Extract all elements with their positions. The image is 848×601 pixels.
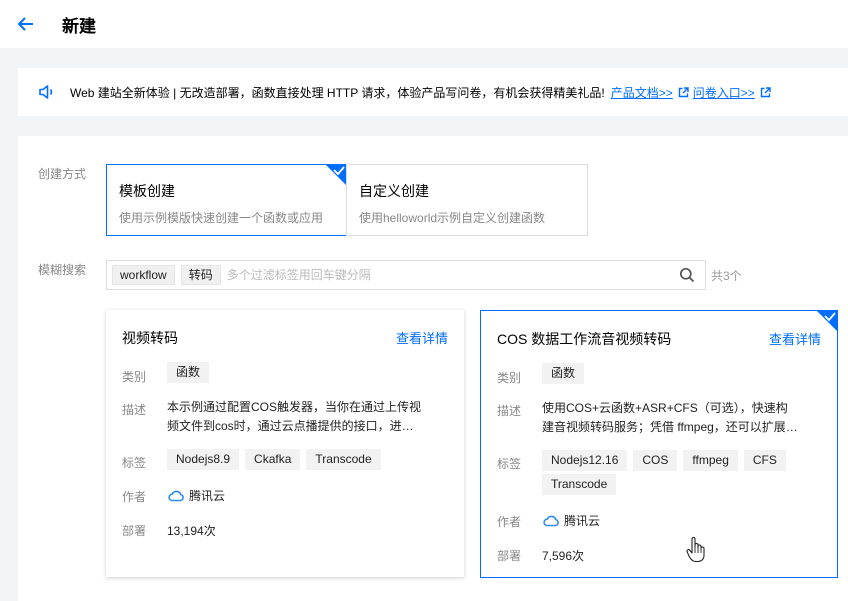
result-count: 共3个	[711, 269, 742, 283]
tencent-cloud-icon	[543, 515, 559, 526]
option-title: 自定义创建	[359, 183, 429, 199]
page-header: 新建	[0, 0, 848, 48]
author: 腾讯云	[542, 512, 600, 529]
notice-text: Web 建站全新体验 | 无改造部署，函数直接处理 HTTP 请求，体验产品写问…	[70, 85, 605, 100]
deploy-label: 部署	[122, 524, 147, 538]
selected-check-icon	[816, 310, 838, 332]
template-card[interactable]: COS 数据工作流音视频转码 查看详情 类别 函数 描述 使用COS+云函数+A…	[480, 310, 838, 578]
create-method-label: 创建方式	[38, 167, 87, 181]
filter-tag[interactable]: 转码	[180, 265, 221, 285]
tag-list: Nodejs8.9 Ckafka Transcode	[167, 449, 457, 473]
tag-pill: Nodejs8.9	[167, 449, 240, 470]
custom-create-option[interactable]: 自定义创建 使用helloworld示例自定义创建函数	[346, 164, 588, 236]
option-desc: 使用示例模版快速创建一个函数或应用	[119, 211, 324, 225]
tag-pill: CFS	[743, 450, 786, 471]
survey-link[interactable]: 问卷入口>>	[693, 84, 755, 101]
tag-pill: COS	[633, 450, 678, 471]
author: 腾讯云	[167, 487, 225, 504]
back-arrow-icon[interactable]	[14, 12, 38, 36]
search-icon[interactable]	[679, 267, 695, 283]
author-name: 腾讯云	[189, 489, 226, 503]
tags-label: 标签	[122, 456, 147, 470]
main-panel: 创建方式 模板创建 使用示例模版快速创建一个函数或应用 自定义创建 使用hell…	[18, 136, 848, 601]
template-description: 使用COS+云函数+ASR+CFS（可选），快速构建音视频转码服务；凭借 ffm…	[542, 401, 798, 434]
filter-text-input[interactable]	[226, 268, 679, 282]
external-link-icon[interactable]	[678, 86, 689, 98]
page-title: 新建	[62, 17, 96, 36]
selected-check-icon	[325, 164, 347, 186]
tag-filter-input[interactable]: workflow 转码	[106, 260, 706, 290]
author-name: 腾讯云	[564, 514, 601, 528]
search-label: 模糊搜索	[38, 263, 87, 277]
tag-pill: Transcode	[542, 474, 617, 495]
template-description: 本示例通过配置COS触发器，当你在通过上传视频文件到cos时，通过云点播提供的接…	[167, 400, 422, 433]
notice-bar: Web 建站全新体验 | 无改造部署，函数直接处理 HTTP 请求，体验产品写问…	[18, 68, 848, 116]
view-details-link[interactable]: 查看详情	[396, 328, 448, 347]
author-label: 作者	[497, 515, 522, 529]
speaker-icon	[39, 85, 53, 99]
deploy-count: 7,596次	[542, 549, 585, 563]
template-title: COS 数据工作流音视频转码	[497, 331, 672, 347]
template-create-option[interactable]: 模板创建 使用示例模版快速创建一个函数或应用	[106, 164, 347, 236]
view-details-link[interactable]: 查看详情	[769, 329, 821, 348]
tag-pill: Nodejs12.16	[542, 450, 628, 471]
desc-label: 描述	[122, 403, 147, 417]
category-label: 类别	[497, 371, 522, 385]
category-badge: 函数	[542, 363, 585, 384]
external-link-icon[interactable]	[760, 86, 771, 98]
template-title: 视频转码	[122, 330, 178, 346]
desc-label: 描述	[497, 404, 522, 418]
product-docs-link[interactable]: 产品文档>>	[611, 84, 673, 101]
option-desc: 使用helloworld示例自定义创建函数	[359, 211, 546, 225]
deploy-count: 13,194次	[167, 524, 216, 538]
tencent-cloud-icon	[168, 490, 184, 501]
filter-tag[interactable]: workflow	[112, 265, 175, 285]
tag-pill: ffmpeg	[683, 450, 738, 471]
deploy-label: 部署	[497, 549, 522, 563]
tags-label: 标签	[497, 457, 522, 471]
tag-pill: Ckafka	[245, 449, 301, 470]
category-label: 类别	[122, 370, 147, 384]
tag-pill: Transcode	[306, 449, 381, 470]
option-title: 模板创建	[119, 183, 175, 199]
category-badge: 函数	[167, 362, 210, 383]
template-card[interactable]: 视频转码 查看详情 类别 函数 描述 本示例通过配置COS触发器，当你在通过上传…	[106, 310, 464, 577]
author-label: 作者	[122, 490, 147, 504]
tag-list: Nodejs12.16 COS ffmpeg CFS Transcode	[542, 450, 792, 498]
